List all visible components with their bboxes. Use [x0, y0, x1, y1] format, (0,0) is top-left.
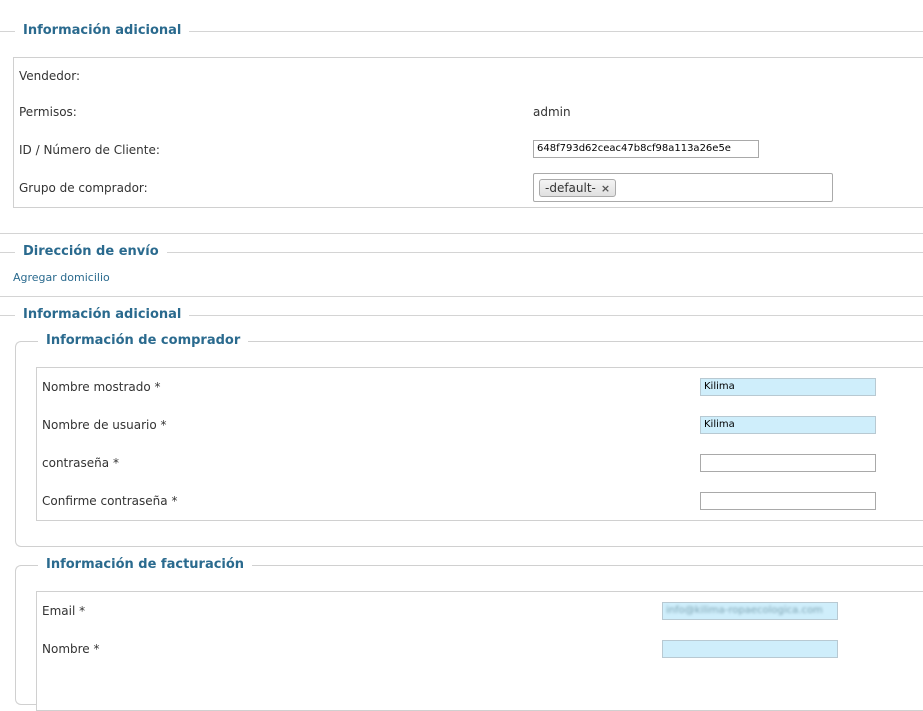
divider — [0, 233, 923, 234]
section-info-adicional-header-2: Información adicional — [0, 305, 923, 325]
shopper-group-tag: -default- × — [539, 179, 617, 197]
nombre-usuario-label: Nombre de usuario * — [42, 418, 167, 432]
section-title: Información adicional — [15, 21, 190, 41]
fieldset-title: Información de comprador — [38, 331, 249, 351]
contrasena-label: contraseña * — [42, 456, 119, 470]
divider — [0, 296, 923, 297]
grupo-comprador-label: Grupo de comprador: — [19, 181, 148, 195]
email-label: Email * — [42, 604, 86, 618]
first-name-field[interactable] — [662, 640, 838, 658]
remove-tag-icon[interactable]: × — [601, 181, 610, 197]
email-value: info@kilima-ropaecologica.com — [666, 605, 823, 616]
nombre-label: Nombre * — [42, 642, 100, 656]
shopper-group-select[interactable]: -default- × — [533, 173, 833, 202]
username-field[interactable]: Kilima — [700, 416, 876, 434]
permisos-value: admin — [533, 105, 571, 119]
section-title: Dirección de envío — [15, 242, 167, 262]
customer-id-field[interactable]: 648f793d62ceac47b8cf98a113a26e5e — [533, 140, 759, 158]
permisos-label: Permisos: — [19, 105, 77, 119]
confirm-password-field[interactable] — [700, 492, 876, 510]
section-info-adicional-header: Información adicional — [0, 21, 923, 41]
vendedor-label: Vendedor: — [19, 69, 80, 83]
nombre-mostrado-label: Nombre mostrado * — [42, 380, 161, 394]
shopper-info-header: Información de comprador — [30, 331, 923, 351]
display-name-field[interactable]: Kilima — [700, 378, 876, 396]
billing-info-header: Información de facturación — [30, 555, 923, 575]
password-field[interactable] — [700, 454, 876, 472]
email-field[interactable]: info@kilima-ropaecologica.com — [662, 602, 838, 620]
fieldset-title: Información de facturación — [38, 555, 253, 575]
customer-id-label: ID / Número de Cliente: — [19, 143, 160, 157]
add-address-link[interactable]: Agregar domicilio — [13, 271, 110, 285]
confirme-contrasena-label: Confirme contraseña * — [42, 494, 178, 508]
section-direccion-envio-header: Dirección de envío — [0, 242, 923, 262]
shopper-group-tag-label: -default- — [545, 181, 596, 195]
section-title: Información adicional — [15, 305, 190, 325]
